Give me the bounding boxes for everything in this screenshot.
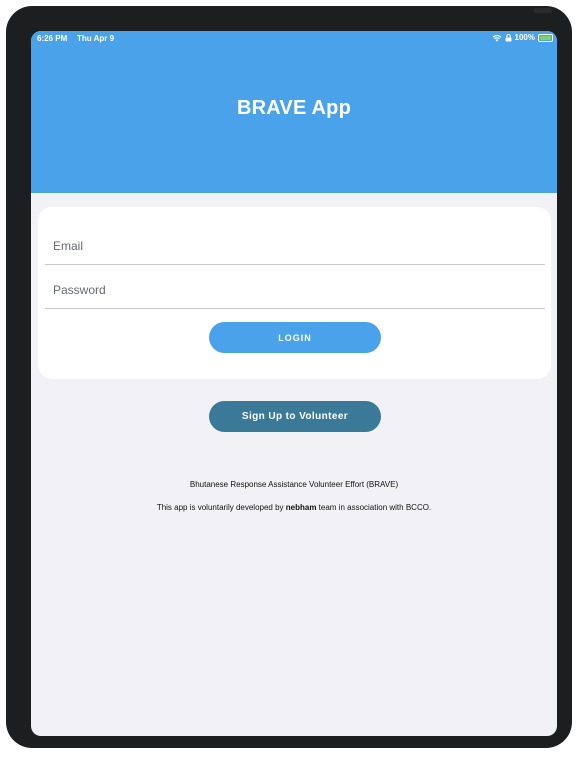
- credit-suffix: team in association with BCCO.: [316, 503, 432, 512]
- email-field[interactable]: [53, 239, 533, 253]
- password-field[interactable]: [53, 283, 533, 297]
- battery-icon: [538, 33, 553, 42]
- lock-rotation-icon: [505, 33, 512, 42]
- battery-percent: 100%: [514, 33, 535, 42]
- password-field-container: [45, 273, 545, 309]
- wifi-icon: [492, 34, 502, 42]
- app-title: BRAVE App: [236, 97, 352, 119]
- status-indicators: 100%: [492, 33, 553, 42]
- sign-up-button[interactable]: Sign Up to Volunteer: [209, 401, 381, 432]
- status-time: 6:26 PM: [37, 34, 68, 43]
- app-full-name: Bhutanese Response Assistance Volunteer …: [189, 480, 399, 489]
- team-name: nebham: [285, 503, 317, 512]
- developer-credit: This app is voluntarily developed by neb…: [31, 503, 557, 512]
- email-field-container: [45, 229, 545, 265]
- tablet-frame: 6:26 PM Thu Apr 9 100% BRAVE App Email L…: [6, 6, 572, 748]
- power-button: [534, 8, 552, 13]
- credit-prefix: This app is voluntarily developed by: [156, 503, 286, 512]
- app-screen: 6:26 PM Thu Apr 9 100% BRAVE App Email L…: [31, 31, 557, 736]
- login-button[interactable]: LOGIN: [209, 322, 381, 353]
- status-bar: 6:26 PM Thu Apr 9 100%: [31, 31, 557, 49]
- status-date: Thu Apr 9: [77, 34, 115, 43]
- login-card: LOGIN: [38, 207, 551, 379]
- header: 6:26 PM Thu Apr 9 100% BRAVE App: [31, 31, 557, 193]
